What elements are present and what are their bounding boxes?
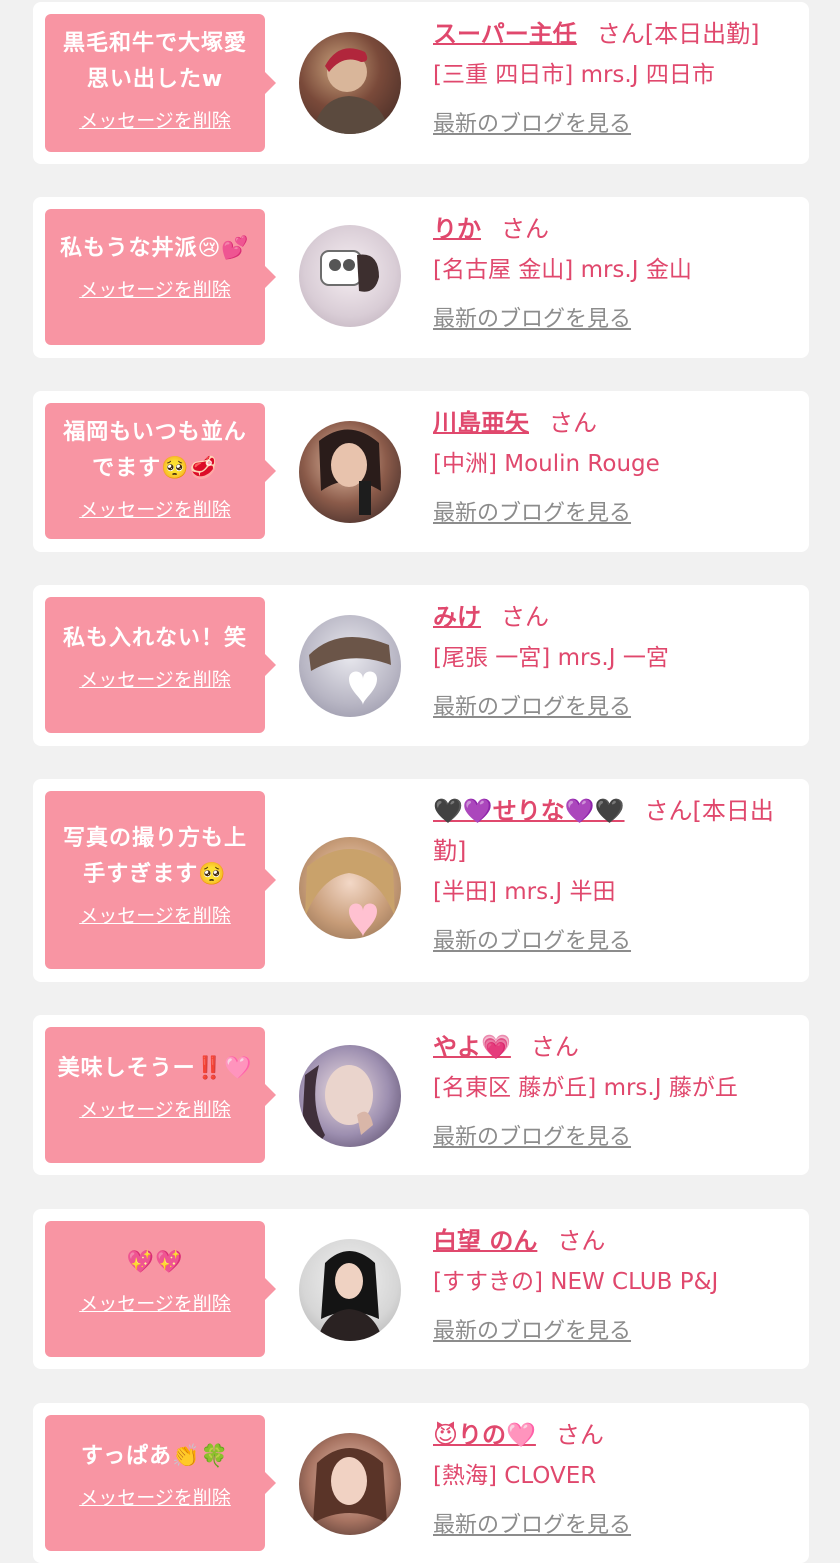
avatar-photo xyxy=(320,250,379,292)
cast-name-link[interactable]: 🖤💜せりな💜🖤 xyxy=(433,797,625,825)
cast-name-link[interactable]: 川島亜矢 xyxy=(433,409,529,437)
message-bubble: 私も入れない！笑 メッセージを削除 xyxy=(45,597,276,733)
message-text: 私もうな丼派😢💕 xyxy=(60,236,250,261)
avatar-photo xyxy=(301,1065,373,1147)
shop-label: [名東区 藤が丘] mrs.J 藤が丘 xyxy=(433,1075,738,1101)
message-bubble: 黒毛和牛で大塚愛 思い出したw メッセージを削除 xyxy=(45,14,276,152)
name-line: 🖤💜せりな💜🖤 さん[本日出勤] xyxy=(433,791,795,871)
message-text: 黒毛和牛で大塚愛 思い出したw xyxy=(62,31,247,92)
latest-blog-link[interactable]: 最新のブログを見る xyxy=(433,1313,631,1345)
message-card: 写真の撮り方も上 手すぎます🥺 メッセージを削除 🖤💜せりな💜🖤 さん[本日出勤]… xyxy=(33,779,809,982)
message-bubble: 福岡もいつも並ん でます🥺🥩 メッセージを削除 xyxy=(45,403,276,539)
message-card: 福岡もいつも並ん でます🥺🥩 メッセージを削除 川島亜矢 さん [中洲] Moul… xyxy=(33,391,809,552)
cast-suffix: さん xyxy=(549,409,597,437)
cast-suffix: さん xyxy=(557,1227,606,1255)
cast-info: 🖤💜せりな💜🖤 さん[本日出勤] [半田] mrs.J 半田 最新のブログを見る xyxy=(433,791,795,955)
avatar-photo xyxy=(313,48,389,134)
cast-name-link[interactable]: りか xyxy=(433,215,481,243)
avatar-photo xyxy=(305,849,395,937)
avatar[interactable] xyxy=(299,1045,401,1147)
delete-message-link[interactable]: メッセージを削除 xyxy=(79,275,231,302)
name-line: スーパー主任 さん[本日出勤] xyxy=(433,14,795,54)
message-text: 💖💖 xyxy=(126,1250,184,1275)
shop-label: [中洲] Moulin Rouge xyxy=(433,451,660,477)
cast-name-link[interactable]: やよ💗 xyxy=(433,1033,511,1061)
message-bubble: 💖💖 メッセージを削除 xyxy=(45,1221,276,1357)
latest-blog-link[interactable]: 最新のブログを見る xyxy=(433,301,631,333)
latest-blog-link[interactable]: 最新のブログを見る xyxy=(433,689,631,721)
avatar[interactable] xyxy=(299,837,401,939)
message-bubble: 美味しそうー‼️🩷 メッセージを削除 xyxy=(45,1027,276,1163)
delete-message-link[interactable]: メッセージを削除 xyxy=(79,495,231,522)
latest-blog-link[interactable]: 最新のブログを見る xyxy=(433,1507,631,1539)
message-text: すっぱあ👏🍀 xyxy=(81,1444,229,1469)
cast-suffix: さん xyxy=(555,1421,604,1449)
message-card: すっぱあ👏🍀 メッセージを削除 😈りの🩷 さん [熱海] CLOVER 最新のブロ… xyxy=(33,1403,809,1563)
message-bubble: 私もうな丼派😢💕 メッセージを削除 xyxy=(45,209,276,345)
cast-name-link[interactable]: 白望 のん xyxy=(433,1227,537,1255)
name-line: やよ💗 さん xyxy=(433,1027,795,1067)
cast-info: 川島亜矢 さん [中洲] Moulin Rouge 最新のブログを見る xyxy=(433,403,795,527)
message-card: 💖💖 メッセージを削除 白望 のん さん [すすきの] NEW CLUB P&J … xyxy=(33,1209,809,1369)
shop-label: [三重 四日市] mrs.J 四日市 xyxy=(433,62,715,88)
shop-label: [名古屋 金山] mrs.J 金山 xyxy=(433,257,692,283)
latest-blog-link[interactable]: 最新のブログを見る xyxy=(433,495,631,527)
name-line: 😈りの🩷 さん xyxy=(433,1415,795,1455)
message-card: 黒毛和牛で大塚愛 思い出したw メッセージを削除 スーパー主任 さん[本日出勤] … xyxy=(33,2,809,164)
latest-blog-link[interactable]: 最新のブログを見る xyxy=(433,1119,631,1151)
message-card: 私もうな丼派😢💕 メッセージを削除 りか さん [名古屋 金山] mrs.J 金山… xyxy=(33,197,809,358)
avatar-photo xyxy=(317,1251,383,1341)
message-card: 私も入れない！笑 メッセージを削除 みけ さん [尾張 一宮] mrs.J 一宮 … xyxy=(33,585,809,746)
message-list: 黒毛和牛で大塚愛 思い出したw メッセージを削除 スーパー主任 さん[本日出勤] … xyxy=(0,0,840,1563)
avatar[interactable] xyxy=(299,32,401,134)
message-text: 写真の撮り方も上 手すぎます🥺 xyxy=(62,826,247,887)
cast-info: 白望 のん さん [すすきの] NEW CLUB P&J 最新のブログを見る xyxy=(433,1221,795,1345)
avatar[interactable] xyxy=(299,615,401,717)
delete-message-link[interactable]: メッセージを削除 xyxy=(79,106,231,133)
shop-label: [半田] mrs.J 半田 xyxy=(433,879,616,905)
cast-info: みけ さん [尾張 一宮] mrs.J 一宮 最新のブログを見る xyxy=(433,597,795,721)
avatar-photo xyxy=(309,637,391,705)
shop-label: [熱海] CLOVER xyxy=(433,1463,597,1489)
latest-blog-link[interactable]: 最新のブログを見る xyxy=(433,923,631,955)
name-line: りか さん xyxy=(433,209,795,249)
name-line: 白望 のん さん xyxy=(433,1221,795,1261)
message-text: 福岡もいつも並ん でます🥺🥩 xyxy=(63,420,247,481)
avatar[interactable] xyxy=(299,421,401,523)
cast-info: スーパー主任 さん[本日出勤] [三重 四日市] mrs.J 四日市 最新のブログ… xyxy=(433,14,795,138)
avatar-photo xyxy=(313,1448,387,1523)
delete-message-link[interactable]: メッセージを削除 xyxy=(79,1095,231,1122)
cast-info: りか さん [名古屋 金山] mrs.J 金山 最新のブログを見る xyxy=(433,209,795,333)
latest-blog-link[interactable]: 最新のブログを見る xyxy=(433,106,631,138)
cast-suffix: さん xyxy=(501,603,549,631)
delete-message-link[interactable]: メッセージを削除 xyxy=(79,1289,231,1316)
cast-name-link[interactable]: スーパー主任 xyxy=(433,20,577,48)
delete-message-link[interactable]: メッセージを削除 xyxy=(79,901,231,928)
name-line: 川島亜矢 さん xyxy=(433,403,795,443)
cast-suffix: さん xyxy=(530,1033,579,1061)
cast-suffix: さん[本日出勤] xyxy=(596,20,760,48)
shop-label: [すすきの] NEW CLUB P&J xyxy=(433,1269,719,1295)
delete-message-link[interactable]: メッセージを削除 xyxy=(79,665,231,692)
shop-label: [尾張 一宮] mrs.J 一宮 xyxy=(433,645,669,671)
cast-name-link[interactable]: みけ xyxy=(433,603,481,631)
avatar[interactable] xyxy=(299,1239,401,1341)
cast-info: やよ💗 さん [名東区 藤が丘] mrs.J 藤が丘 最新のブログを見る xyxy=(433,1027,795,1151)
message-bubble: すっぱあ👏🍀 メッセージを削除 xyxy=(45,1415,276,1551)
cast-info: 😈りの🩷 さん [熱海] CLOVER 最新のブログを見る xyxy=(433,1415,795,1539)
avatar[interactable] xyxy=(299,225,401,327)
avatar-photo xyxy=(319,429,381,515)
name-line: みけ さん xyxy=(433,597,795,637)
message-card: 美味しそうー‼️🩷 メッセージを削除 やよ💗 さん [名東区 藤が丘] mrs.J… xyxy=(33,1015,809,1175)
message-text: 美味しそうー‼️🩷 xyxy=(57,1056,253,1081)
cast-name-link[interactable]: 😈りの🩷 xyxy=(433,1421,536,1449)
avatar[interactable] xyxy=(299,1433,401,1535)
cast-suffix: さん xyxy=(501,215,549,243)
message-text: 私も入れない！笑 xyxy=(62,626,247,651)
delete-message-link[interactable]: メッセージを削除 xyxy=(79,1483,231,1510)
message-bubble: 写真の撮り方も上 手すぎます🥺 メッセージを削除 xyxy=(45,791,276,969)
